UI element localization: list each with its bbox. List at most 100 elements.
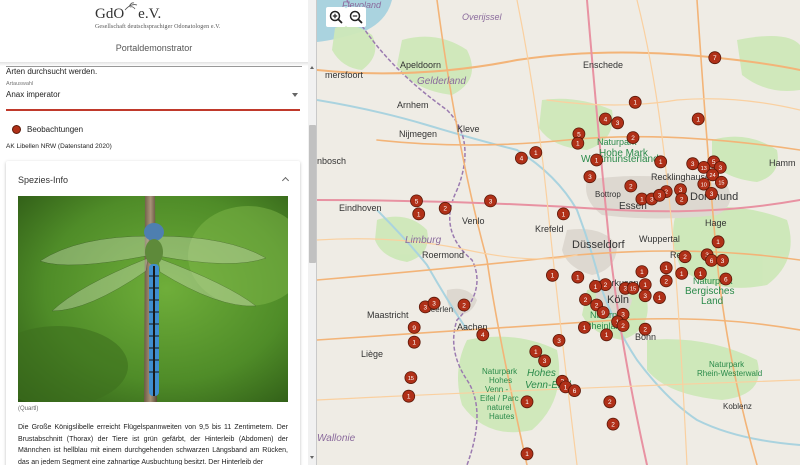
- observation-marker[interactable]: 1: [589, 279, 602, 293]
- observation-marker[interactable]: 3: [638, 289, 652, 303]
- scrollbar-thumb[interactable]: [309, 125, 316, 263]
- marker-count: 1: [534, 349, 538, 356]
- observation-marker[interactable]: 5: [410, 194, 423, 208]
- observation-marker[interactable]: 1: [571, 270, 585, 284]
- observation-marker[interactable]: 1: [653, 291, 666, 305]
- marker-count: 6: [710, 258, 714, 265]
- observation-marker[interactable]: 6: [705, 253, 718, 267]
- observation-marker[interactable]: 4: [476, 328, 490, 342]
- observation-marker[interactable]: 1: [711, 235, 725, 249]
- marker-count: 1: [525, 399, 529, 406]
- species-select-value[interactable]: Anax imperator: [6, 90, 60, 99]
- observation-marker[interactable]: 3: [484, 194, 497, 208]
- observation-marker[interactable]: 15: [626, 281, 640, 295]
- observation-marker[interactable]: 1: [571, 136, 585, 150]
- observation-marker[interactable]: 3: [716, 253, 729, 267]
- zoom-in-button[interactable]: [326, 7, 346, 27]
- chevron-up-icon[interactable]: [281, 176, 290, 185]
- observation-marker[interactable]: 2: [659, 274, 673, 288]
- observation-marker[interactable]: 1: [600, 328, 613, 342]
- observation-marker[interactable]: 3: [538, 354, 552, 368]
- map-label-arnhem: Arnhem: [397, 100, 429, 110]
- map-canvas[interactable]: Flevoland Overijssel Enschede Apeldoorn …: [317, 0, 800, 465]
- observation-marker[interactable]: 9: [407, 320, 421, 334]
- observation-marker[interactable]: 7: [708, 51, 722, 65]
- marker-count: 1: [417, 211, 421, 218]
- map-label-eifel-4: Eifel / Parc: [480, 394, 519, 403]
- observation-marker[interactable]: 3: [552, 333, 566, 347]
- observation-marker[interactable]: 2: [457, 298, 471, 312]
- observation-marker[interactable]: 1: [407, 335, 421, 349]
- observation-marker[interactable]: 3: [705, 186, 718, 200]
- observation-marker[interactable]: 1: [545, 268, 559, 282]
- observation-marker[interactable]: 2: [626, 131, 640, 145]
- marker-count: 2: [621, 323, 625, 330]
- observation-marker[interactable]: 15: [714, 175, 728, 189]
- observation-marker[interactable]: 2: [678, 250, 692, 264]
- observation-marker[interactable]: 3: [653, 188, 666, 202]
- observation-marker[interactable]: 3: [583, 170, 597, 184]
- observation-marker[interactable]: 2: [579, 293, 592, 306]
- gdo-logo[interactable]: GdO e.V. Gesellschaft deutschsprachiger O…: [95, 2, 221, 30]
- observation-marker[interactable]: 1: [628, 95, 642, 109]
- scroll-up-icon[interactable]: [310, 66, 314, 69]
- observation-marker[interactable]: 1: [520, 395, 534, 409]
- marker-count: 1: [659, 159, 663, 166]
- marker-count: 13: [701, 166, 707, 172]
- observation-marker[interactable]: 15: [404, 371, 418, 385]
- observation-marker[interactable]: 6: [568, 384, 581, 398]
- observation-marker[interactable]: 1: [529, 345, 543, 358]
- observation-marker[interactable]: 1: [520, 447, 534, 461]
- observation-marker[interactable]: 1: [577, 320, 591, 334]
- observation-marker[interactable]: 1: [659, 261, 673, 275]
- observation-marker[interactable]: 1: [693, 266, 707, 280]
- app-title: Portaldemonstrator: [115, 43, 193, 53]
- scroll-down-icon[interactable]: [310, 456, 314, 459]
- sidebar-content: Arten durchsucht werden. Artauswahl Anax…: [0, 62, 308, 465]
- observation-marker[interactable]: 4: [598, 112, 612, 126]
- observation-marker[interactable]: 2: [616, 319, 630, 332]
- observation-marker[interactable]: 1: [675, 266, 689, 280]
- observation-marker[interactable]: 1: [590, 153, 604, 167]
- observation-marker[interactable]: 1: [412, 207, 426, 221]
- observation-marker[interactable]: 1: [529, 146, 543, 159]
- observation-marker[interactable]: 6: [719, 272, 733, 286]
- map-label-amersfoort: mersfoort: [325, 70, 364, 80]
- observation-marker[interactable]: 2: [606, 417, 620, 431]
- logo-subtitle: Gesellschaft deutschsprachiger Odonatolo…: [95, 24, 221, 30]
- marker-count: 9: [412, 325, 416, 332]
- map-label-eifel-6: Hautes: [489, 412, 514, 421]
- sidebar-scrollbar[interactable]: [308, 0, 316, 465]
- observation-marker[interactable]: 3: [686, 157, 700, 171]
- marker-count: 2: [629, 183, 633, 190]
- marker-count: 1: [562, 211, 566, 218]
- map-label-wuppertal: Wuppertal: [639, 234, 680, 244]
- marker-count: 3: [650, 196, 654, 203]
- observation-marker[interactable]: 2: [438, 201, 452, 215]
- dropdown-arrow-icon[interactable]: [292, 93, 298, 97]
- map-label-wallonie: Wallonie: [317, 433, 356, 444]
- observation-marker-icon: [12, 125, 21, 134]
- observation-marker[interactable]: 2: [603, 395, 617, 409]
- map-label-eifel-3: Venn -: [485, 385, 508, 394]
- observation-marker[interactable]: 1: [402, 389, 416, 403]
- species-info-title[interactable]: Spezies-Info: [18, 175, 68, 185]
- observation-marker[interactable]: 3: [427, 296, 441, 310]
- map-view[interactable]: Flevoland Overijssel Enschede Apeldoorn …: [317, 0, 800, 465]
- marker-count: 1: [633, 100, 637, 107]
- zoom-out-button[interactable]: [346, 7, 366, 27]
- observation-marker[interactable]: 1: [635, 265, 649, 279]
- observation-marker[interactable]: 2: [675, 192, 689, 206]
- observation-marker[interactable]: 3: [611, 116, 625, 130]
- observation-marker[interactable]: 2: [624, 179, 638, 193]
- map-label-eindhoven: Eindhoven: [339, 203, 382, 213]
- observation-marker[interactable]: 1: [638, 278, 652, 292]
- marker-count: 1: [583, 325, 587, 332]
- observation-marker[interactable]: 1: [691, 112, 705, 126]
- map-label-eifel-5: naturel: [487, 403, 512, 412]
- observation-marker[interactable]: 4: [514, 151, 528, 165]
- observation-marker[interactable]: 9: [596, 306, 610, 319]
- observation-marker[interactable]: 1: [654, 155, 668, 169]
- observation-marker[interactable]: 2: [638, 322, 652, 336]
- observation-marker[interactable]: 1: [556, 207, 570, 221]
